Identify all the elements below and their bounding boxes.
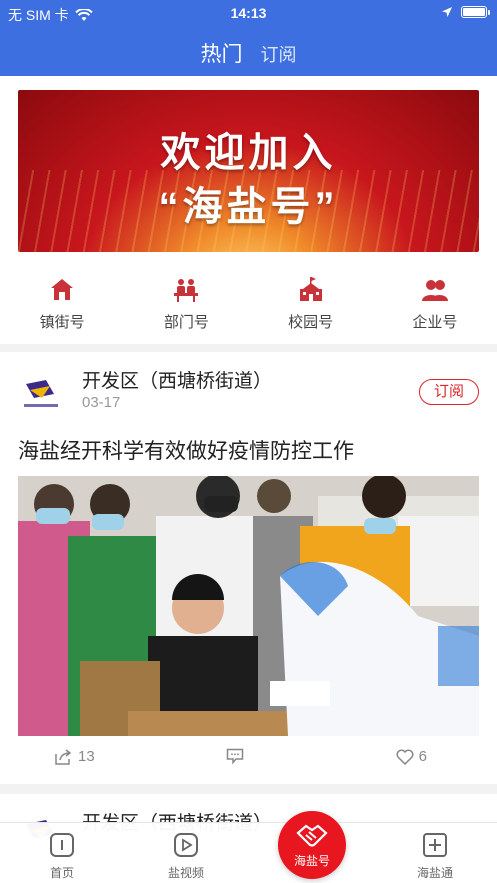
- home-icon: [50, 833, 74, 857]
- banner-section: 欢迎加入 “海盐号”: [0, 76, 497, 266]
- meeting-icon: [174, 279, 199, 302]
- feed-tabs: 热门 订阅: [0, 38, 497, 68]
- post-photo[interactable]: [18, 476, 479, 736]
- post-actions: 13 6: [0, 748, 497, 772]
- house-icon: [51, 279, 74, 300]
- tab-subscribe[interactable]: 订阅: [261, 41, 297, 67]
- nav-home[interactable]: 首页: [27, 831, 97, 881]
- plus-square-icon: [423, 833, 447, 857]
- share-count: 13: [78, 748, 95, 765]
- nav-video[interactable]: 盐视频: [151, 831, 221, 881]
- like-count: 6: [418, 748, 427, 765]
- clock: 14:13: [230, 5, 267, 21]
- post-date: 03-17: [82, 394, 121, 411]
- avatar[interactable]: [20, 372, 62, 414]
- status-bar: 无 SIM 卡 14:13: [0, 0, 497, 26]
- handshake-icon: [296, 824, 328, 847]
- banner-title: 欢迎加入: [160, 131, 337, 175]
- post-card[interactable]: 开发区（西塘桥街道） 03-17 订阅 海盐经开科学有效做好疫情防控工作 13 …: [0, 352, 497, 784]
- post-author[interactable]: 开发区（西塘桥街道）: [82, 366, 272, 393]
- app-header: 无 SIM 卡 14:13 热门 订阅: [0, 0, 497, 76]
- banner-subtitle: “海盐号”: [158, 185, 339, 229]
- school-icon: [299, 277, 322, 301]
- location-icon: [442, 7, 452, 17]
- category-row: 镇街号 部门号 校园号 企业号: [0, 266, 497, 344]
- comment-icon: [226, 748, 244, 765]
- category-town[interactable]: 镇街号: [0, 266, 124, 344]
- category-department[interactable]: 部门号: [124, 266, 248, 344]
- nav-haiyan-hao[interactable]: 海盐号: [278, 811, 346, 879]
- users-icon: [421, 280, 448, 301]
- category-enterprise[interactable]: 企业号: [373, 266, 497, 344]
- like-button[interactable]: 6: [396, 748, 427, 765]
- subscribe-button[interactable]: 订阅: [419, 379, 479, 405]
- welcome-banner[interactable]: 欢迎加入 “海盐号”: [18, 90, 479, 252]
- share-icon: [55, 748, 72, 765]
- nav-haiyan-tong[interactable]: 海盐通: [400, 831, 470, 881]
- heart-icon: [396, 749, 414, 765]
- bottom-nav: 首页 盐视频 海盐号 海盐通: [0, 811, 497, 883]
- share-button[interactable]: 13: [54, 748, 95, 765]
- battery-icon: [461, 6, 490, 18]
- post-title[interactable]: 海盐经开科学有效做好疫情防控工作: [18, 435, 354, 465]
- tab-hot[interactable]: 热门: [201, 38, 243, 68]
- category-school[interactable]: 校园号: [249, 266, 373, 344]
- comment-button[interactable]: [226, 748, 244, 768]
- play-icon: [174, 833, 198, 857]
